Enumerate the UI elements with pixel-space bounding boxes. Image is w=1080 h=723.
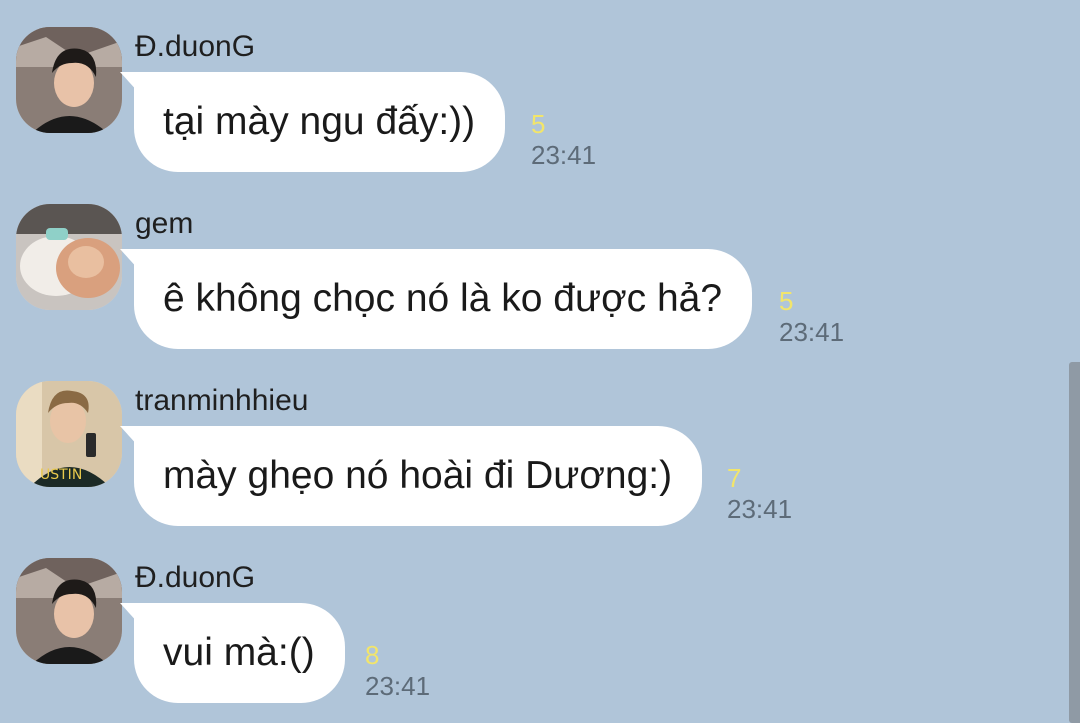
scrollbar-thumb[interactable]: [1069, 362, 1080, 723]
message-meta: 5 23:41: [531, 110, 596, 172]
chat-message: gem ê không chọc nó là ko được hả? 5 23:…: [0, 204, 1060, 364]
sender-avatar[interactable]: [16, 204, 122, 310]
user-avatar-icon: [16, 204, 122, 310]
svg-text:USTIN: USTIN: [40, 467, 82, 483]
sender-avatar[interactable]: [16, 27, 122, 133]
user-avatar-icon: USTIN: [16, 381, 122, 487]
message-meta: 8 23:41: [365, 641, 430, 703]
sender-name[interactable]: Đ.duonG: [135, 29, 255, 65]
message-bubble[interactable]: mày ghẹo nó hoài đi Dương:): [134, 426, 703, 526]
message-meta: 7 23:41: [727, 464, 792, 526]
message-time: 23:41: [365, 671, 431, 701]
chat-message: Đ.duonG tại mày ngu đấy:)) 5 23:41: [0, 27, 1060, 187]
seen-count[interactable]: 7: [727, 464, 792, 492]
message-text: ê không chọc nó là ko được hả?: [163, 277, 723, 320]
message-bubble[interactable]: vui mà:(): [134, 603, 345, 703]
seen-count[interactable]: 8: [365, 641, 430, 669]
message-text: vui mà:(): [163, 631, 315, 674]
user-avatar-icon: [16, 558, 122, 664]
message-time: 23:41: [779, 317, 845, 347]
chat-message: USTIN tranminhhieu mày ghẹo nó hoài đi D…: [0, 381, 1060, 541]
sender-avatar[interactable]: [16, 558, 122, 664]
chat-message: Đ.duonG vui mà:() 8 23:41: [0, 558, 1060, 718]
message-bubble[interactable]: ê không chọc nó là ko được hả?: [134, 249, 753, 349]
sender-name[interactable]: Đ.duonG: [135, 560, 255, 596]
message-time: 23:41: [727, 494, 793, 524]
message-text: mày ghẹo nó hoài đi Dương:): [163, 454, 673, 497]
seen-count[interactable]: 5: [779, 287, 844, 315]
sender-avatar[interactable]: USTIN: [16, 381, 122, 487]
message-text: tại mày ngu đấy:)): [163, 100, 476, 143]
message-time: 23:41: [531, 140, 597, 170]
seen-count[interactable]: 5: [531, 110, 596, 138]
sender-name[interactable]: tranminhhieu: [135, 383, 308, 419]
sender-name[interactable]: gem: [135, 206, 193, 242]
message-bubble[interactable]: tại mày ngu đấy:)): [134, 72, 506, 172]
message-meta: 5 23:41: [779, 287, 844, 349]
chat-message-list[interactable]: Đ.duonG tại mày ngu đấy:)) 5 23:41 gem ê…: [0, 0, 1080, 723]
user-avatar-icon: [16, 27, 122, 133]
